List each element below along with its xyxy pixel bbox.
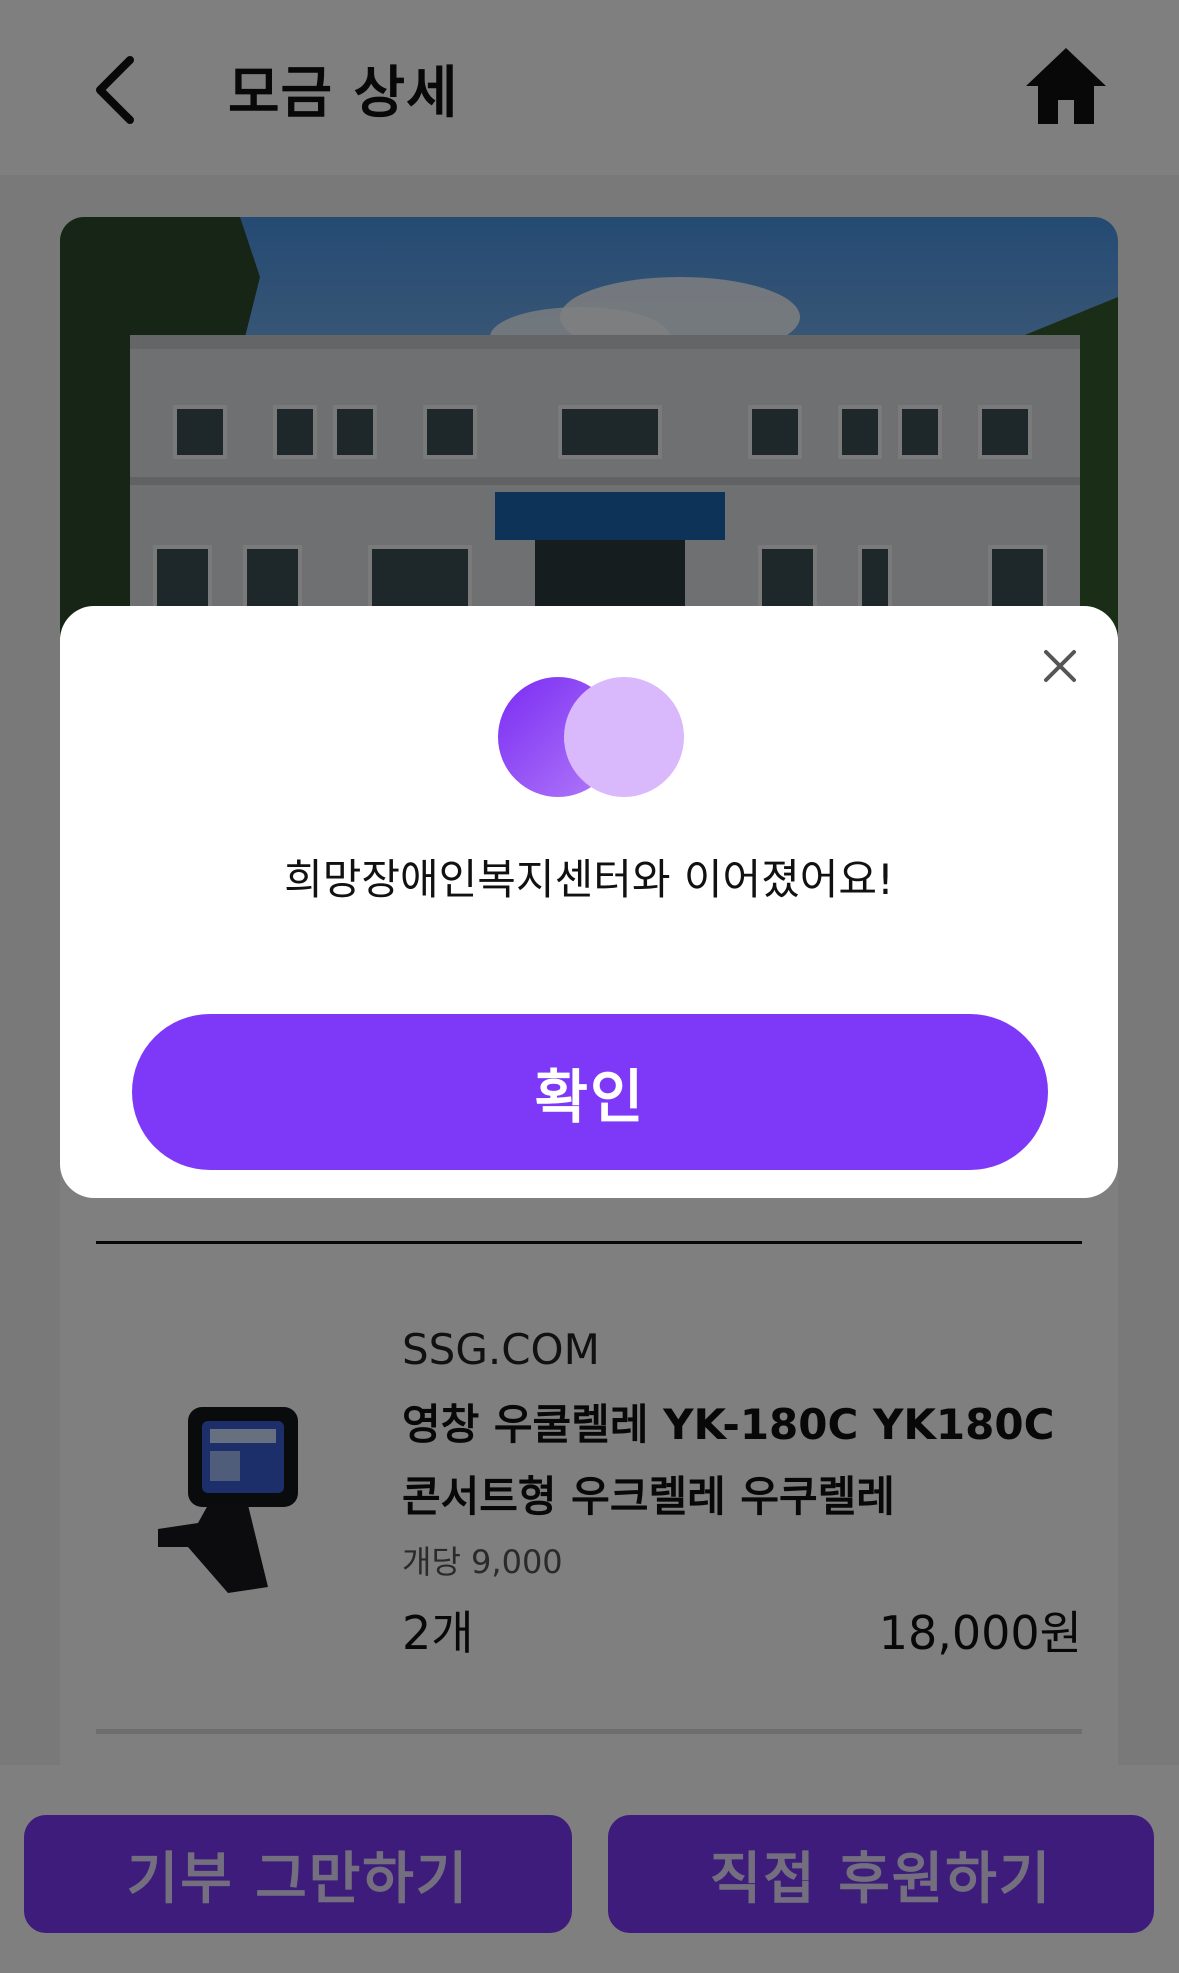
confirm-button[interactable]: 확인: [132, 1014, 1048, 1170]
modal-message: 희망장애인복지센터와 이어졌어요!: [284, 855, 894, 904]
close-icon[interactable]: [1038, 644, 1082, 688]
app-logo-icon: [498, 677, 684, 797]
connection-modal: 희망장애인복지센터와 이어졌어요! 확인: [60, 606, 1118, 1198]
